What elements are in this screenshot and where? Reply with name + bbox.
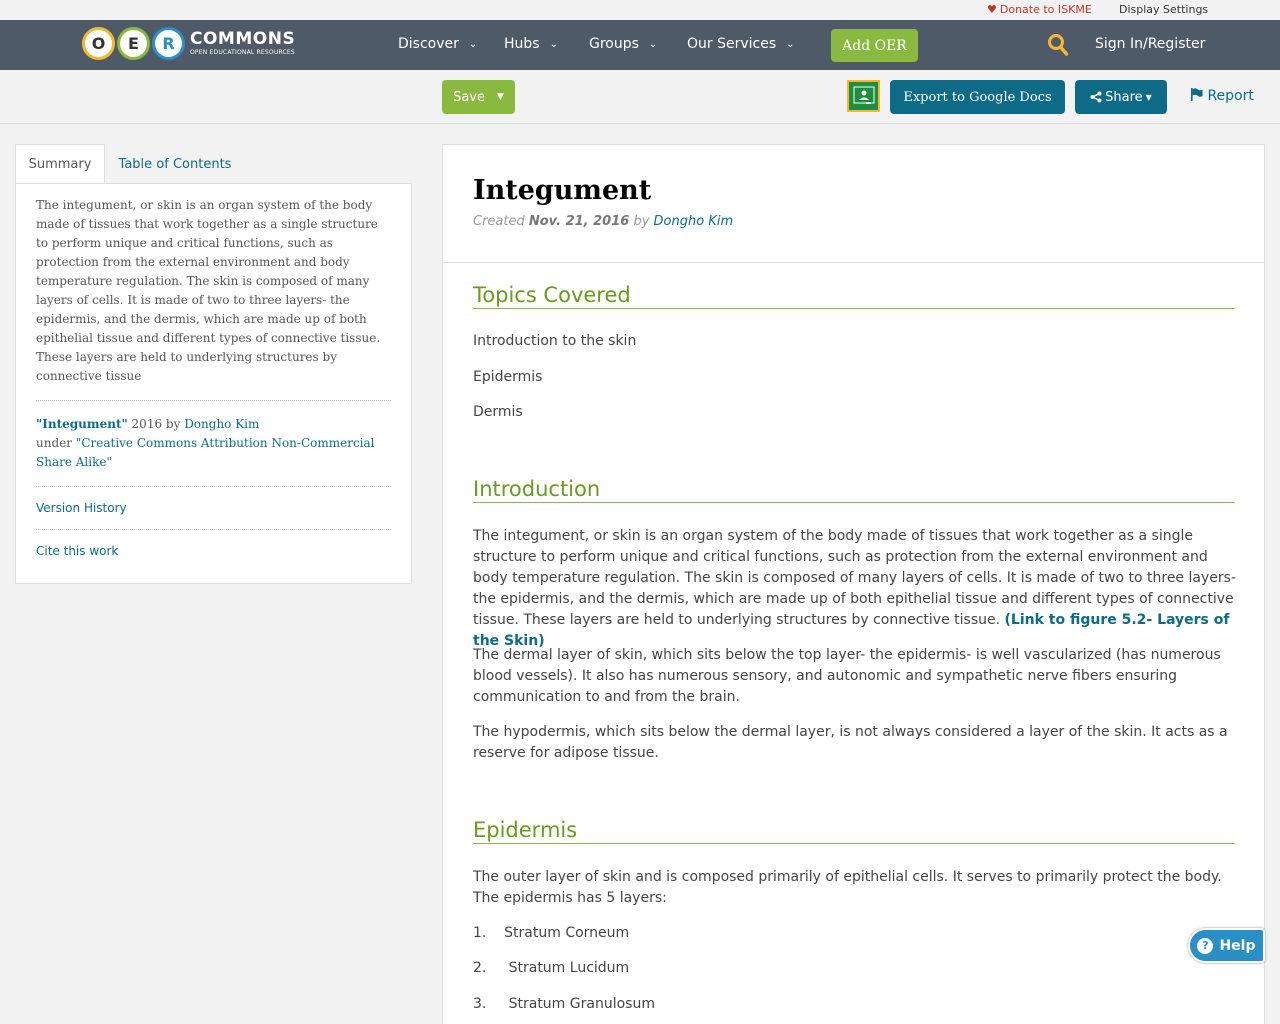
chevron-down-icon: ⌄ [549, 39, 558, 50]
attribution: "Integument" 2016 by Dongho Kim under "Cr… [36, 417, 375, 469]
report-link[interactable]: Report [1190, 88, 1254, 104]
logo-wordmark: COMMONS OPEN EDUCATIONAL RESOURCES [190, 28, 296, 56]
add-oer-button[interactable]: Add OER [831, 29, 918, 62]
share-icon [1090, 91, 1102, 103]
oer-commons-logo[interactable]: O E R COMMONS OPEN EDUCATIONAL RESOURCES [82, 26, 295, 60]
resource-toolbar: Save ▼ Export to Google Docs Share ▼ Repor… [0, 70, 1280, 124]
divider [36, 400, 391, 401]
chevron-down-icon: ⌄ [786, 39, 795, 50]
nav-our-services[interactable]: Our Services ⌄ [687, 36, 795, 52]
intro-paragraph-1: The integument, or skin is an organ syst… [473, 528, 1236, 649]
classroom-glyph-icon [853, 86, 874, 104]
donate-link[interactable]: ♥ Donate to ISKME [987, 3, 1092, 16]
nav-groups[interactable]: Groups ⌄ [589, 36, 657, 52]
topic-item: Introduction to the skin [473, 333, 637, 349]
main-navbar: O E R COMMONS OPEN EDUCATIONAL RESOURCES… [0, 20, 1280, 70]
intro-paragraph-3: The hypodermis, which sits below the der… [473, 724, 1228, 761]
export-google-docs-button[interactable]: Export to Google Docs [890, 80, 1065, 114]
divider [36, 486, 391, 487]
summary-text: The integument, or skin is an organ syst… [36, 198, 381, 383]
help-button[interactable]: ? Help [1188, 928, 1265, 963]
utility-bar: ♥ Donate to ISKME Display Settings [0, 0, 1280, 20]
section-title-epidermis: Epidermis [473, 817, 1235, 844]
topic-item: Dermis [473, 404, 523, 420]
chevron-down-icon: ⌄ [468, 39, 478, 50]
section-title-topics: Topics Covered [473, 282, 1235, 309]
attribution-author-link[interactable]: Dongho Kim [184, 417, 259, 431]
epidermis-layer-item: 3. Stratum Granulosum [473, 996, 655, 1012]
created-meta: Created Nov. 21, 2016 by Dongho Kim [473, 214, 734, 229]
epidermis-layer-item: 2. Stratum Lucidum [473, 960, 630, 976]
logo-letter-o: O [82, 26, 115, 60]
logo-letter-e: E [117, 26, 150, 60]
google-classroom-icon[interactable] [847, 80, 880, 112]
save-button[interactable]: Save ▼ [442, 80, 515, 114]
resource-header: Integument Created Nov. 21, 2016 by Dong… [443, 145, 1264, 263]
sidebar-tabs: Summary Table of Contents [15, 144, 412, 184]
flag-icon [1191, 88, 1203, 101]
nav-discover[interactable]: Discover ⌄ [398, 36, 477, 52]
logo-letter-r: R [152, 26, 185, 60]
section-title-introduction: Introduction [473, 476, 1235, 503]
license-link[interactable]: "Creative Commons Attribution Non-Commer… [36, 436, 375, 469]
sign-in-register-link[interactable]: Sign In/Register [1095, 36, 1205, 52]
caret-down-icon: ▼ [497, 92, 504, 102]
cite-this-work-link[interactable]: Cite this work [36, 544, 391, 558]
page-title: Integument [473, 175, 652, 206]
tab-table-of-contents[interactable]: Table of Contents [110, 144, 240, 184]
author-link[interactable]: Dongho Kim [654, 214, 734, 229]
share-button[interactable]: Share ▼ [1075, 80, 1167, 114]
caret-down-icon: ▼ [1145, 92, 1152, 102]
attribution-title-link[interactable]: "Integument" [36, 417, 128, 431]
epidermis-layer-item: 1. Stratum Corneum [473, 925, 630, 941]
version-history-link[interactable]: Version History [36, 501, 391, 515]
divider [36, 529, 391, 530]
chevron-down-icon: ⌄ [648, 39, 658, 50]
nav-hubs[interactable]: Hubs ⌄ [504, 36, 558, 52]
heart-icon: ♥ [987, 3, 997, 16]
question-icon: ? [1197, 937, 1214, 954]
display-settings-link[interactable]: Display Settings [1119, 3, 1208, 16]
topic-item: Epidermis [473, 369, 543, 385]
resource-content: Integument Created Nov. 21, 2016 by Dong… [442, 144, 1265, 1024]
intro-paragraph-2: The dermal layer of skin, which sits bel… [473, 647, 1221, 705]
search-icon[interactable] [1047, 33, 1069, 57]
summary-panel: The integument, or skin is an organ syst… [15, 183, 412, 584]
resource-sidebar: Summary Table of Contents The integument… [15, 144, 412, 584]
tab-summary[interactable]: Summary [15, 144, 105, 184]
epidermis-paragraph: The outer layer of skin and is composed … [473, 869, 1222, 906]
